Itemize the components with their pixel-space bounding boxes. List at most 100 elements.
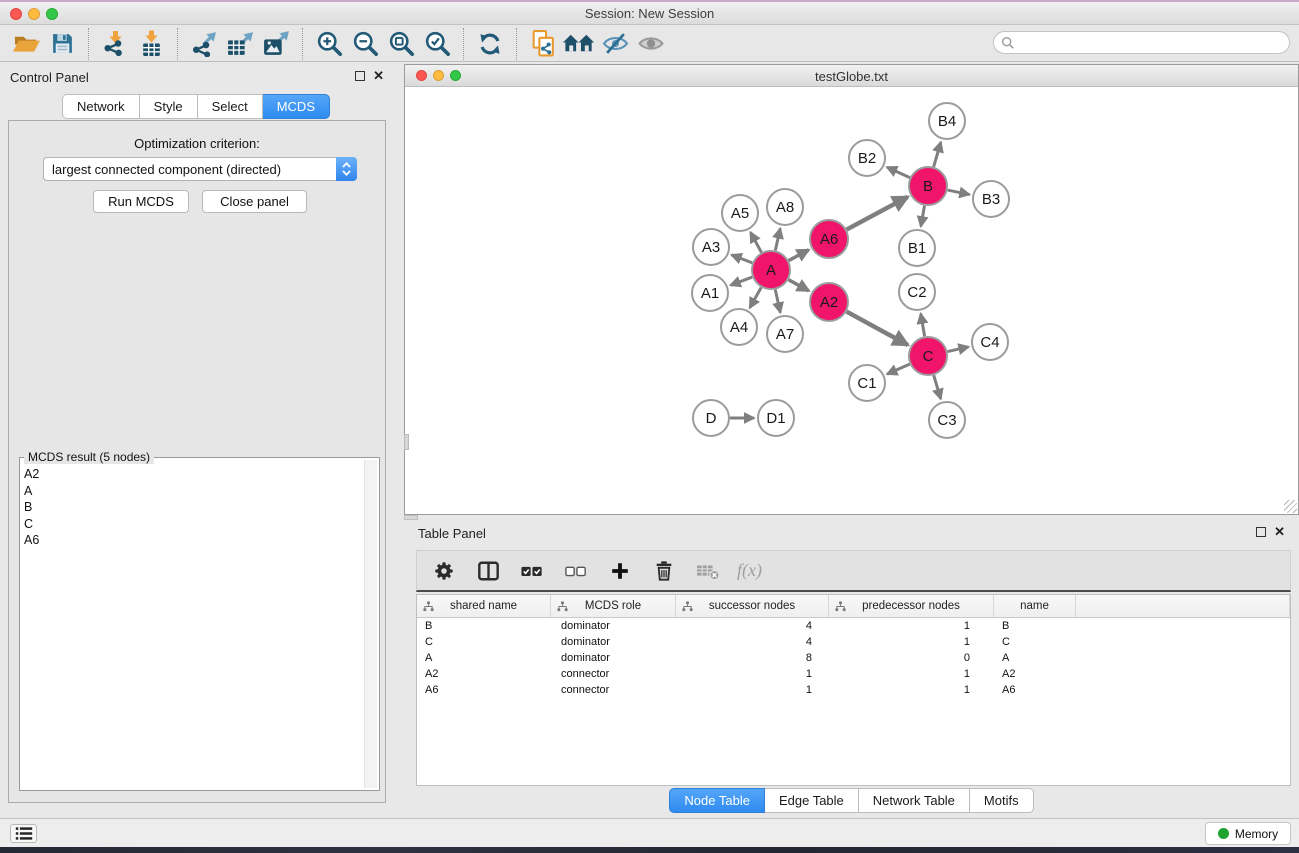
open-session-button[interactable] — [8, 28, 44, 60]
new-network-from-selection-button[interactable] — [525, 28, 561, 60]
edge-A-A8[interactable] — [775, 228, 780, 250]
mcds-result-item[interactable]: C — [24, 516, 359, 533]
table-row[interactable]: A2connector11A2 — [417, 666, 1290, 682]
run-mcds-button[interactable]: Run MCDS — [93, 190, 189, 213]
column-header-successor-nodes[interactable]: successor nodes — [676, 595, 829, 617]
task-history-button[interactable] — [10, 824, 37, 843]
export-image-button[interactable] — [258, 28, 294, 60]
network-canvas[interactable]: B4B2BB3A8A5A6A3B1AA1C2A2A4A7C4CC1C3DD1 — [405, 88, 1298, 514]
float-panel-icon[interactable] — [355, 71, 365, 81]
tab-network-table[interactable]: Network Table — [859, 788, 970, 813]
select-all-button[interactable] — [517, 556, 547, 586]
columns-icon — [477, 560, 500, 582]
network-graph[interactable]: B4B2BB3A8A5A6A3B1AA1C2A2A4A7C4CC1C3DD1 — [405, 88, 1298, 514]
mcds-result-list[interactable]: A2ABCA6 — [24, 466, 359, 786]
edge-B-B1[interactable] — [921, 206, 925, 227]
close-panel-button[interactable]: Close panel — [202, 190, 307, 213]
save-session-button[interactable] — [44, 28, 80, 60]
splitter-handle-vertical[interactable] — [404, 434, 409, 450]
edge-A6-B[interactable] — [847, 197, 908, 230]
edge-C-C4[interactable] — [948, 347, 969, 352]
show-all-button[interactable] — [633, 28, 669, 60]
mcds-result-item[interactable]: A2 — [24, 466, 359, 483]
table-cell: 1 — [829, 682, 994, 698]
tab-mcds[interactable]: MCDS — [263, 94, 330, 119]
save-floppy-icon — [50, 31, 75, 56]
import-network-button[interactable] — [97, 28, 133, 60]
export-table-button[interactable] — [222, 28, 258, 60]
tab-edge-table[interactable]: Edge Table — [765, 788, 859, 813]
table-settings-button[interactable] — [429, 556, 459, 586]
node-label-C1: C1 — [857, 375, 876, 392]
table-row[interactable]: Bdominator41B — [417, 618, 1290, 634]
table-cell: dominator — [551, 618, 676, 634]
edge-A-A7[interactable] — [775, 290, 780, 313]
edge-C-C3[interactable] — [934, 375, 941, 399]
mcds-result-item[interactable]: A — [24, 483, 359, 500]
zoom-fit-button[interactable] — [383, 28, 419, 60]
mcds-result-item[interactable]: A6 — [24, 532, 359, 549]
column-header-shared-name[interactable]: shared name — [417, 595, 551, 617]
tab-node-table[interactable]: Node Table — [669, 788, 765, 813]
tab-style[interactable]: Style — [140, 94, 198, 119]
zoom-out-button[interactable] — [347, 28, 383, 60]
export-network-button[interactable] — [186, 28, 222, 60]
table-cell: A2 — [417, 666, 551, 682]
edge-C-C2[interactable] — [921, 314, 925, 337]
close-panel-icon[interactable]: ✕ — [373, 71, 384, 81]
delete-column-button[interactable] — [649, 556, 679, 586]
add-column-button[interactable] — [605, 556, 635, 586]
mcds-result-title: MCDS result (5 nodes) — [24, 450, 154, 464]
table-cell: 8 — [676, 650, 829, 666]
network-window-titlebar[interactable]: testGlobe.txt — [405, 65, 1298, 87]
edge-A-A6[interactable] — [789, 250, 809, 261]
zoom-in-button[interactable] — [311, 28, 347, 60]
deselect-all-button[interactable] — [561, 556, 591, 586]
search-input[interactable] — [1015, 36, 1282, 50]
edge-C-C1[interactable] — [887, 364, 910, 374]
import-table-button[interactable] — [133, 28, 169, 60]
edge-A-A2[interactable] — [789, 280, 809, 291]
memory-status-icon — [1218, 828, 1229, 839]
node-label-A7: A7 — [776, 326, 794, 343]
edge-B-B4[interactable] — [934, 142, 941, 167]
node-label-D1: D1 — [766, 410, 785, 427]
column-header-name[interactable]: name — [994, 595, 1076, 617]
zoom-selected-button[interactable] — [419, 28, 455, 60]
column-header-predecessor-nodes[interactable]: predecessor nodes — [829, 595, 994, 617]
window-resize-grip[interactable] — [1284, 500, 1297, 513]
edge-A-A1[interactable] — [731, 277, 753, 285]
hide-selected-button[interactable] — [597, 28, 633, 60]
edge-A2-C[interactable] — [847, 312, 908, 345]
tab-select[interactable]: Select — [198, 94, 263, 119]
table-cell: 1 — [829, 666, 994, 682]
mcds-result-item[interactable]: B — [24, 499, 359, 516]
close-table-panel-icon[interactable]: ✕ — [1274, 527, 1285, 537]
criterion-dropdown[interactable]: largest connected component (directed) — [43, 157, 357, 181]
gear-icon — [433, 560, 455, 582]
edge-B-B3[interactable] — [948, 190, 970, 195]
table-panel: Table Panel ✕ — [404, 520, 1299, 818]
first-neighbors-button[interactable] — [561, 28, 597, 60]
refresh-button[interactable] — [472, 28, 508, 60]
edge-A-A3[interactable] — [732, 255, 753, 263]
split-view-button[interactable] — [473, 556, 503, 586]
memory-button[interactable]: Memory — [1205, 822, 1291, 845]
edge-A-A4[interactable] — [750, 287, 761, 307]
table-row[interactable]: A6connector11A6 — [417, 682, 1290, 698]
app-titlebar[interactable]: Session: New Session — [0, 2, 1299, 25]
edge-A-A5[interactable] — [751, 232, 762, 252]
float-table-panel-icon[interactable] — [1256, 527, 1266, 537]
tab-network[interactable]: Network — [62, 94, 140, 119]
tab-motifs[interactable]: Motifs — [970, 788, 1034, 813]
column-header-MCDS-role[interactable]: MCDS role — [551, 595, 676, 617]
table-row[interactable]: Adominator80A — [417, 650, 1290, 666]
table-row[interactable]: Cdominator41C — [417, 634, 1290, 650]
function-builder-button[interactable]: f(x) — [737, 556, 762, 586]
edge-B-B2[interactable] — [887, 167, 910, 177]
checked-checkboxes-icon — [520, 560, 544, 582]
delete-table-button[interactable] — [693, 556, 723, 586]
node-label-C: C — [923, 348, 934, 365]
search-field[interactable] — [993, 31, 1290, 54]
result-list-scrollbar[interactable] — [364, 460, 377, 788]
